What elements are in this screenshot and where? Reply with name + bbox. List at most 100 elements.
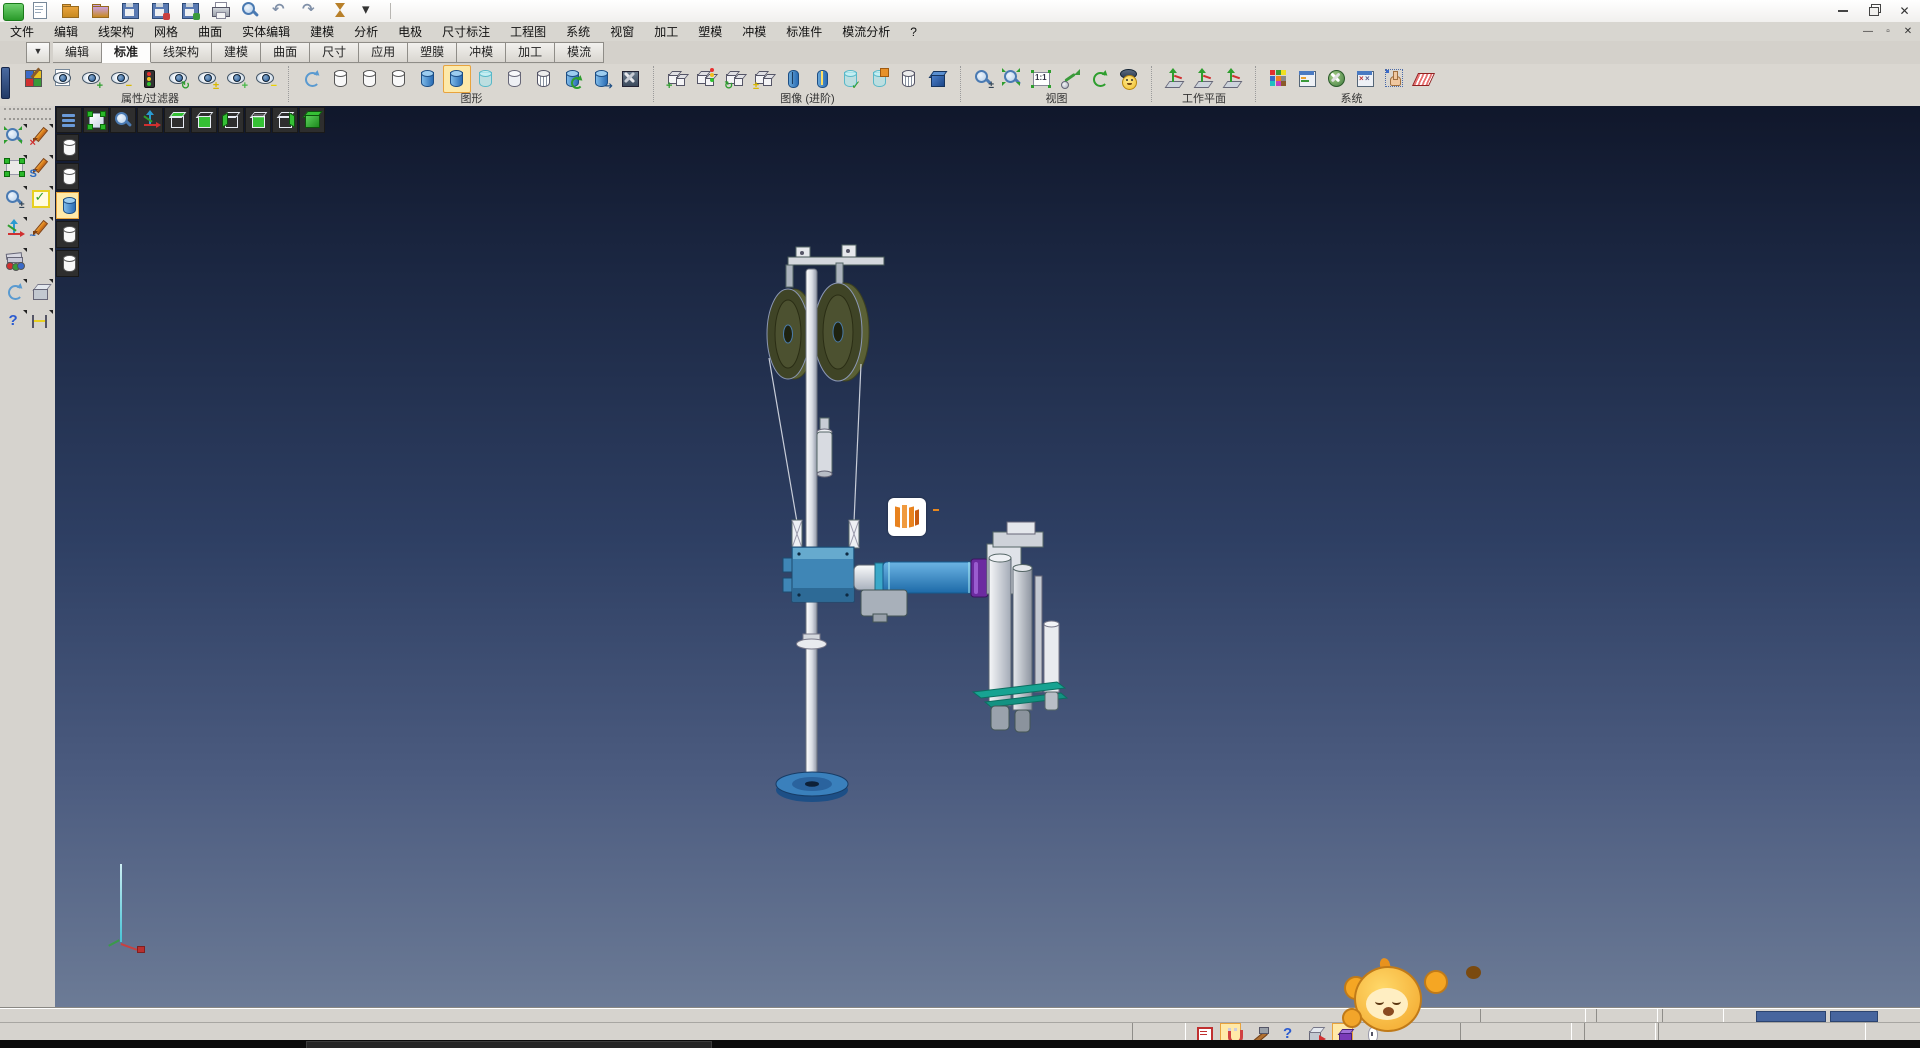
layer-cell[interactable] <box>1662 1009 1724 1023</box>
context-help-icon[interactable]: ? <box>1276 1023 1295 1040</box>
wireframe-icon[interactable] <box>327 65 355 93</box>
color-table-icon[interactable] <box>1265 65 1293 93</box>
display-flat-icon[interactable] <box>56 221 79 248</box>
sketch-curve-icon[interactable]: ~ <box>28 217 53 243</box>
tab-线架构[interactable]: 线架构 <box>151 42 212 63</box>
menu-item-13[interactable]: 加工 <box>644 23 688 41</box>
menu-item-6[interactable]: 建模 <box>300 23 344 41</box>
absolute-view-cell[interactable] <box>1596 1009 1658 1023</box>
child-close-button[interactable]: ✕ <box>1898 23 1918 39</box>
os-taskbar[interactable] <box>0 1040 1920 1048</box>
dynamic-rotate-icon[interactable] <box>2 217 27 243</box>
zoom-view-icon[interactable] <box>110 107 136 133</box>
display-shaded-icon[interactable] <box>56 192 79 219</box>
view-refresh-icon[interactable] <box>1086 65 1114 93</box>
menu-item-8[interactable]: 电极 <box>388 23 432 41</box>
advanced-invert-icon[interactable]: ± <box>750 65 778 93</box>
modify-attributes-icon[interactable] <box>20 65 48 93</box>
menu-item-0[interactable]: 文件 <box>0 23 44 41</box>
minimize-button[interactable] <box>1827 0 1858 21</box>
child-minimize-button[interactable]: — <box>1858 23 1878 39</box>
section-striped-icon[interactable] <box>808 65 836 93</box>
tab-建模[interactable]: 建模 <box>212 42 261 63</box>
taskbar-app-segment[interactable] <box>306 1041 712 1048</box>
zoom-window-view-icon[interactable] <box>83 107 109 133</box>
hide-entities-icon[interactable]: − <box>107 65 135 93</box>
regenerate-icon[interactable] <box>2 279 27 305</box>
grid-window-icon[interactable] <box>28 248 53 274</box>
build-tools-icon[interactable] <box>1248 1023 1267 1040</box>
view-front-icon[interactable] <box>191 107 217 133</box>
menu-item-5[interactable]: 实体编辑 <box>232 23 300 41</box>
menu-item-14[interactable]: 塑模 <box>688 23 732 41</box>
view-orientation-icon[interactable] <box>1115 65 1143 93</box>
menu-item-3[interactable]: 网格 <box>144 23 188 41</box>
color-swatch-2[interactable] <box>1830 1011 1878 1022</box>
view-right-icon[interactable] <box>272 107 298 133</box>
shaded-icon[interactable] <box>414 65 442 93</box>
workplane-xyz-icon[interactable] <box>1161 65 1189 93</box>
tab-标准[interactable]: 标准 <box>102 42 151 63</box>
hatched-render-icon[interactable] <box>530 65 558 93</box>
zoom-in-out-icon[interactable]: ± <box>970 65 998 93</box>
tab-尺寸[interactable]: 尺寸 <box>310 42 359 63</box>
invert-visibility-icon[interactable]: ± <box>194 65 222 93</box>
highlight-bulb-icon[interactable] <box>1360 1023 1379 1040</box>
view-menu-icon[interactable] <box>56 107 82 133</box>
snap-settings-icon[interactable] <box>1192 1023 1211 1040</box>
section-view-icon[interactable] <box>779 65 807 93</box>
hidden-line-icon[interactable] <box>356 65 384 93</box>
view-back-icon[interactable] <box>245 107 271 133</box>
restore-button[interactable] <box>1858 0 1889 21</box>
display-ghost-icon[interactable] <box>56 250 79 277</box>
color-swatch-1[interactable] <box>1756 1011 1826 1022</box>
toolbar-config-icon[interactable]: ×× <box>1352 65 1380 93</box>
menu-item-1[interactable]: 编辑 <box>44 23 88 41</box>
zoom-window-icon[interactable] <box>2 155 27 181</box>
redraw-icon[interactable] <box>298 65 326 93</box>
show-entities-icon[interactable]: + <box>78 65 106 93</box>
sidebar-grip[interactable] <box>4 108 51 120</box>
render-copy-icon[interactable]: ➔ <box>588 65 616 93</box>
child-restore-button[interactable]: ▫ <box>1878 23 1898 39</box>
zoom-1-1-icon[interactable]: 1:1 <box>1028 65 1056 93</box>
measure-distance-icon[interactable] <box>28 310 53 336</box>
scale-cell[interactable] <box>1460 1023 1572 1041</box>
dashed-hidden-icon[interactable] <box>385 65 413 93</box>
system-options-icon[interactable] <box>1323 65 1351 93</box>
view-lock-cell[interactable] <box>1480 1009 1586 1023</box>
solid-display-icon[interactable] <box>924 65 952 93</box>
view-left-icon[interactable] <box>218 107 244 133</box>
display-wireframe-icon[interactable] <box>56 134 79 161</box>
zoom-solid-icon[interactable]: ± <box>2 186 27 212</box>
menu-item-17[interactable]: 模流分析 <box>832 23 900 41</box>
solid-document-icon[interactable] <box>866 65 894 93</box>
probe-point-icon[interactable] <box>1057 65 1085 93</box>
mesh-display-icon[interactable] <box>895 65 923 93</box>
workplane-view-icon[interactable] <box>1219 65 1247 93</box>
advanced-show-icon[interactable]: + <box>663 65 691 93</box>
hide-selected-icon[interactable]: − <box>252 65 280 93</box>
view-iso-icon[interactable] <box>299 107 325 133</box>
edit-profile-icon[interactable]: S <box>28 155 53 181</box>
zoom-dynamic-icon[interactable] <box>2 124 27 150</box>
tab-曲面[interactable]: 曲面 <box>261 42 310 63</box>
tab-塑膜[interactable]: 塑膜 <box>408 42 457 63</box>
dynamic-render-icon[interactable] <box>559 65 587 93</box>
view-top-icon[interactable] <box>164 107 190 133</box>
menu-item-18[interactable]: ? <box>900 23 927 41</box>
ribbon-grip[interactable] <box>1 67 10 99</box>
tab-dropdown-button[interactable]: ▼ <box>26 42 50 63</box>
confirm-check-icon[interactable]: ✓ <box>28 186 53 212</box>
render-settings-icon[interactable] <box>617 65 645 93</box>
snap-select-icon[interactable] <box>1381 65 1409 93</box>
tab-加工[interactable]: 加工 <box>506 42 555 63</box>
origin-axes-icon[interactable] <box>137 107 163 133</box>
menu-item-7[interactable]: 分析 <box>344 23 388 41</box>
advanced-filter-icon[interactable] <box>692 65 720 93</box>
menu-item-11[interactable]: 系统 <box>556 23 600 41</box>
translucent-icon[interactable] <box>472 65 500 93</box>
menu-item-9[interactable]: 尺寸标注 <box>432 23 500 41</box>
menu-item-4[interactable]: 曲面 <box>188 23 232 41</box>
tab-应用[interactable]: 应用 <box>359 42 408 63</box>
